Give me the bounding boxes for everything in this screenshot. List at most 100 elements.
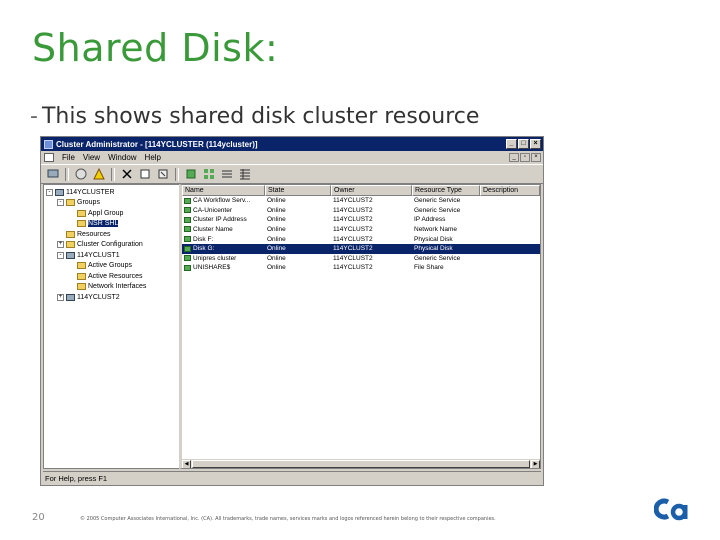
column-state[interactable]: State — [265, 185, 331, 196]
tree-expander[interactable]: - — [57, 199, 64, 207]
properties-icon[interactable] — [73, 166, 89, 182]
bring-online-icon[interactable] — [137, 166, 153, 182]
copyright-text: © 2005 Computer Associates International… — [80, 516, 496, 522]
maximize-button[interactable]: □ — [518, 139, 529, 149]
small-icons-icon[interactable] — [201, 166, 217, 182]
menu-file[interactable]: File — [62, 153, 75, 162]
tree-node-label: Groups — [77, 199, 100, 207]
resource-icon — [184, 197, 191, 204]
tree-node[interactable]: Appl Group — [46, 208, 177, 219]
scroll-thumb[interactable] — [192, 460, 530, 468]
cell-name: CA-Unicenter — [182, 207, 265, 214]
resource-name: Disk F: — [193, 235, 214, 243]
toolbar-separator — [111, 167, 115, 181]
folder-icon — [77, 272, 86, 280]
bullet-text: - This shows shared disk cluster resource — [30, 104, 479, 129]
mdi-restore-button[interactable]: ▫ — [520, 153, 530, 162]
folder-icon — [77, 283, 86, 291]
cell-state: Online — [267, 197, 286, 205]
cell-resource-type: Physical Disk — [414, 245, 453, 253]
cell-owner: 114YCLUST2 — [333, 197, 373, 205]
table-row[interactable]: CA-Unicenter Online 114YCLUST2 Generic Serv… — [182, 206, 540, 216]
resource-icon — [184, 264, 191, 271]
tree-node[interactable]: - 114YCLUSTER — [46, 187, 177, 198]
list-view-icon[interactable] — [219, 166, 235, 182]
tree-node-label: 114YCLUST1 — [77, 251, 120, 259]
details-view-icon[interactable] — [237, 166, 253, 182]
resource-list[interactable]: Name State Owner Resource Type Descripti… — [179, 184, 541, 469]
toolbar-separator — [65, 167, 69, 181]
column-resource-type[interactable]: Resource Type — [412, 185, 480, 196]
cell-resource-type: Physical Disk — [414, 235, 453, 243]
large-icons-icon[interactable] — [183, 166, 199, 182]
resource-name: Disk G: — [193, 245, 215, 253]
cell-state: Online — [267, 254, 286, 262]
folder-icon — [77, 220, 86, 228]
cell-state: Online — [267, 206, 286, 214]
computer-icon — [66, 293, 75, 301]
column-description[interactable]: Description — [480, 185, 540, 196]
resource-icon — [184, 245, 191, 252]
toolbar — [41, 164, 543, 184]
table-row[interactable]: Disk G: Online 114YCLUST2 Physical Disk — [182, 243, 540, 254]
table-row[interactable]: Unipres cluster Online 114YCLUST2 Generic S… — [182, 254, 540, 264]
mdi-close-button[interactable]: × — [531, 153, 541, 162]
tree-node[interactable]: - Groups — [46, 198, 177, 209]
mdi-icon[interactable] — [44, 153, 54, 162]
tree-expander[interactable]: + — [57, 293, 64, 301]
delete-icon[interactable] — [119, 166, 135, 182]
take-offline-icon[interactable] — [155, 166, 171, 182]
tree-expander[interactable]: - — [46, 188, 53, 196]
cell-resource-type: Generic Service — [414, 197, 461, 205]
ca-logo — [654, 498, 688, 521]
menu-window[interactable]: Window — [108, 153, 136, 162]
column-owner[interactable]: Owner — [331, 185, 412, 196]
tree-expander[interactable]: + — [57, 241, 64, 249]
menu-view[interactable]: View — [83, 153, 100, 162]
tree-node-label: Active Resources — [88, 272, 143, 280]
warning-icon[interactable] — [91, 166, 107, 182]
column-name[interactable]: Name — [182, 185, 265, 196]
cell-resource-type: Generic Service — [414, 254, 461, 262]
cluster-tree[interactable]: -114YCLUSTER - Groups Appl Group NSR SHL Reso… — [43, 184, 179, 469]
tree-expander[interactable]: - — [57, 251, 64, 259]
cell-resource-type: Network Name — [414, 226, 457, 234]
computer-icon — [66, 251, 75, 259]
menu-help[interactable]: Help — [145, 153, 161, 162]
tree-node[interactable]: Active Resources — [46, 271, 177, 282]
tree-node-label: Appl Group — [88, 209, 124, 217]
cell-state: Online — [267, 264, 286, 272]
tree-node[interactable]: +114YCLUST2 — [46, 292, 177, 303]
cell-name: Cluster IP Address — [182, 216, 265, 223]
tree-node[interactable]: - 114YCLUST1 — [46, 250, 177, 261]
mdi-minimize-button[interactable]: _ — [509, 153, 519, 162]
cell-name: Disk F: — [182, 236, 265, 243]
resource-name: Unipres cluster — [193, 254, 237, 262]
cell-name: Cluster Name — [182, 226, 265, 233]
cell-name: UNISHARE$ — [182, 264, 265, 271]
minimize-button[interactable]: _ — [506, 139, 517, 149]
table-row[interactable]: Disk F: Online 114YCLUST2 Physical Disk — [182, 234, 540, 244]
folder-icon — [66, 241, 75, 249]
tree-node[interactable]: + Cluster Configuration — [46, 240, 177, 251]
table-row[interactable]: UNISHARE$ Online 114YCLUST2 File Share — [182, 263, 540, 273]
table-row[interactable]: Cluster Name Online 114YCLUST2 Network Name — [182, 225, 540, 235]
close-button[interactable]: × — [530, 139, 541, 149]
tree-node[interactable]: Active Groups — [46, 261, 177, 272]
scroll-right-button[interactable]: ▶ — [531, 460, 540, 468]
horizontal-scrollbar[interactable]: ◀ ▶ — [182, 459, 540, 468]
connect-icon[interactable] — [45, 166, 61, 182]
toolbar-separator — [175, 167, 179, 181]
tree-node[interactable]: NSR SHL — [46, 219, 177, 230]
cell-name: Disk G: — [182, 245, 265, 252]
tree-node[interactable]: Network Interfaces — [46, 282, 177, 293]
table-row[interactable]: Cluster IP Address Online 114YCLUST2 IP Add… — [182, 215, 540, 225]
window-title: Cluster Administrator - [114YCLUSTER (11… — [56, 139, 258, 149]
tree-node-label: Cluster Configuration — [77, 241, 143, 249]
scroll-left-button[interactable]: ◀ — [182, 460, 191, 468]
resource-icon — [184, 235, 191, 242]
window-titlebar[interactable]: Cluster Administrator - [114YCLUSTER (11… — [41, 137, 543, 151]
table-row[interactable]: CA Workflow Serv... Online 114YCLUST2 Gener… — [182, 196, 540, 206]
resource-icon — [184, 216, 191, 223]
tree-node[interactable]: Resources — [46, 229, 177, 240]
